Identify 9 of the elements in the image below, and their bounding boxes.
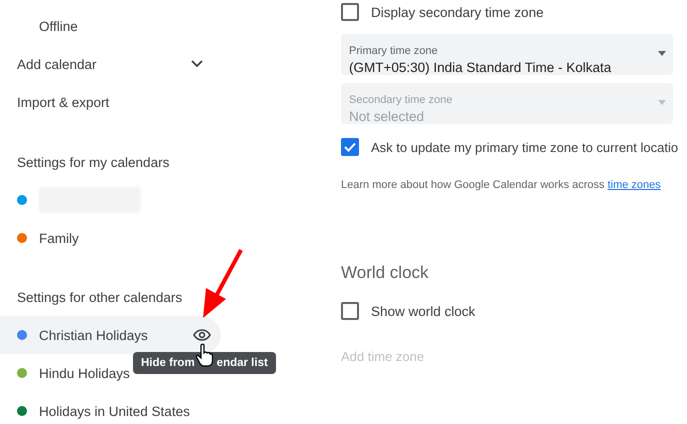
help-text: Learn more about how Google Calendar works across time zones <box>341 179 661 191</box>
tooltip-text: Hide from <box>141 357 195 369</box>
checkbox-label: Display secondary time zone <box>371 4 544 20</box>
section-title: World clock <box>341 263 430 284</box>
checkbox-label: Show world clock <box>371 304 476 318</box>
section-heading: Settings for my calendars <box>16 154 170 172</box>
checkbox-label: Ask to update my primary time zone to current locatio <box>371 140 678 154</box>
tooltip-text: endar list <box>216 357 268 369</box>
section-heading: Settings for other calendars <box>16 288 182 307</box>
